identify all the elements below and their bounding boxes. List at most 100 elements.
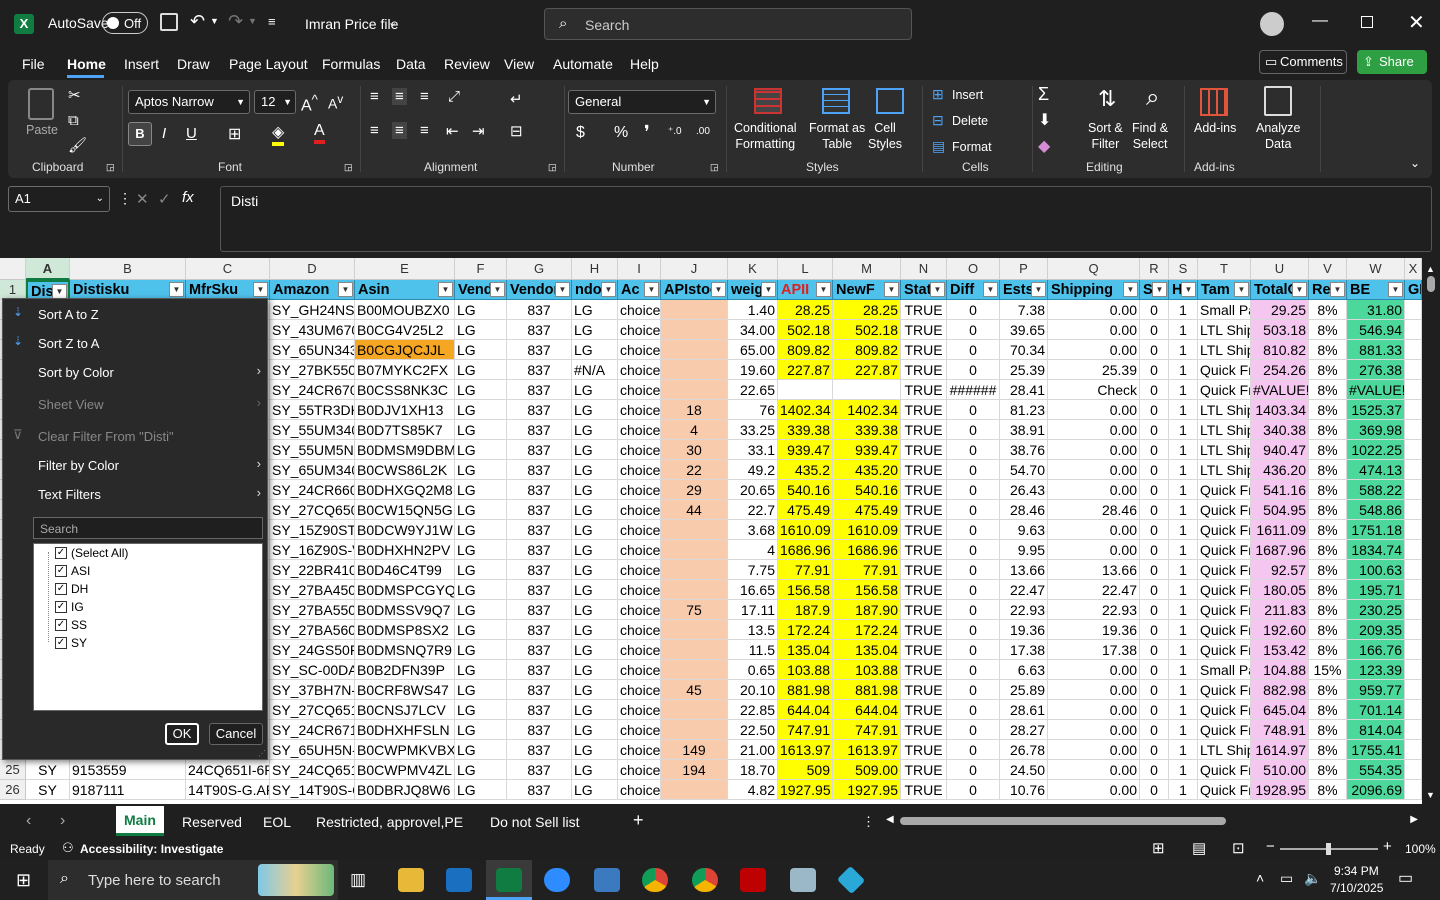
column-header-I[interactable]: I [618, 258, 661, 280]
cell-L26[interactable]: 1927.95 [778, 780, 833, 800]
cell-P8[interactable]: 38.91 [1000, 420, 1048, 440]
cell-N13[interactable]: TRUE [901, 520, 947, 540]
borders-icon[interactable]: ⊞ [228, 124, 241, 144]
cell-J22[interactable] [661, 700, 728, 720]
cell-I24[interactable]: choice [618, 740, 661, 760]
notes-app-icon[interactable] [790, 868, 816, 892]
cell-T13[interactable]: Quick Fr [1198, 520, 1251, 540]
cell-P15[interactable]: 13.66 [1000, 560, 1048, 580]
cell-O10[interactable]: 0 [947, 460, 1000, 480]
cell-H3[interactable]: LG [572, 320, 618, 340]
cell-F11[interactable]: LG [455, 480, 507, 500]
cell-Q19[interactable]: 17.38 [1048, 640, 1140, 660]
header-cell-G[interactable]: Vendor ▼ [507, 280, 572, 300]
cell-D6[interactable]: SY_24CR670I [270, 380, 355, 400]
filter-dropdown-icon[interactable]: ▼ [1152, 282, 1167, 297]
menu-insert[interactable]: Insert [124, 56, 159, 72]
cell-T26[interactable]: Quick Fr [1198, 780, 1251, 800]
cell-J2[interactable] [661, 300, 728, 320]
cell-T22[interactable]: Quick Fr [1198, 700, 1251, 720]
cell-E3[interactable]: B0CG4V25L2 [355, 320, 455, 340]
cell-J16[interactable] [661, 580, 728, 600]
horizontal-scrollbar[interactable]: ◀ ▶ [884, 812, 1422, 830]
cell-W9[interactable]: 1022.25 [1347, 440, 1405, 460]
cell-N3[interactable]: TRUE [901, 320, 947, 340]
header-cell-A[interactable]: Dis ▼ [26, 280, 70, 300]
cell-E11[interactable]: B0DHXGQ2M8 [355, 480, 455, 500]
filter-dropdown-icon[interactable]: ▼ [884, 282, 899, 297]
delete-cells-icon[interactable]: ⊟ [932, 112, 944, 129]
cell-D13[interactable]: SY_15Z90ST-V [270, 520, 355, 540]
cell-E5[interactable]: B07MYKC2FX [355, 360, 455, 380]
cell-V11[interactable]: 8% [1309, 480, 1347, 500]
cell-E2[interactable]: B00MOUBZX0 [355, 300, 455, 320]
cell-W10[interactable]: 474.13 [1347, 460, 1405, 480]
header-cell-E[interactable]: Asin ▼ [355, 280, 455, 300]
cell-E13[interactable]: B0DCW9YJ1W [355, 520, 455, 540]
header-cell-O[interactable]: Diff ▼ [947, 280, 1000, 300]
cell-L13[interactable]: 1610.09 [778, 520, 833, 540]
cell-Q25[interactable]: 0.00 [1048, 760, 1140, 780]
copy-icon[interactable]: ⧉ [68, 112, 79, 129]
header-cell-H[interactable]: ndor ▼ [572, 280, 618, 300]
cell-G5[interactable]: 837 [507, 360, 572, 380]
cell-U7[interactable]: 1403.34 [1251, 400, 1309, 420]
cell-I8[interactable]: choice [618, 420, 661, 440]
cell-styles-icon[interactable] [876, 88, 904, 114]
comma-icon[interactable]: ❜ [644, 122, 650, 143]
cell-D26[interactable]: SY_14T90S-G. [270, 780, 355, 800]
cell-F21[interactable]: LG [455, 680, 507, 700]
cell-Q2[interactable]: 0.00 [1048, 300, 1140, 320]
filter-dropdown-icon[interactable]: ▼ [761, 282, 776, 297]
cell-O25[interactable]: 0 [947, 760, 1000, 780]
cell-N6[interactable]: TRUE [901, 380, 947, 400]
cell-M18[interactable]: 172.24 [833, 620, 901, 640]
cell-X9[interactable] [1405, 440, 1422, 460]
undo-dropdown-icon[interactable]: ▼ [210, 16, 219, 26]
cell-M6[interactable] [833, 380, 901, 400]
cell-X13[interactable] [1405, 520, 1422, 540]
header-cell-B[interactable]: Distisku ▼ [70, 280, 186, 300]
cell-E15[interactable]: B0D46C4T99 [355, 560, 455, 580]
cell-P18[interactable]: 19.36 [1000, 620, 1048, 640]
cell-N4[interactable]: TRUE [901, 340, 947, 360]
cell-U11[interactable]: 541.16 [1251, 480, 1309, 500]
cell-G16[interactable]: 837 [507, 580, 572, 600]
cell-Q22[interactable]: 0.00 [1048, 700, 1140, 720]
cell-Q4[interactable]: 0.00 [1048, 340, 1140, 360]
cell-K21[interactable]: 20.10 [728, 680, 778, 700]
cell-K9[interactable]: 33.1 [728, 440, 778, 460]
column-header-J[interactable]: J [661, 258, 728, 280]
cell-O17[interactable]: 0 [947, 600, 1000, 620]
cell-H13[interactable]: LG [572, 520, 618, 540]
cell-I17[interactable]: choice [618, 600, 661, 620]
cell-E21[interactable]: B0CRF8WS47 [355, 680, 455, 700]
cell-P11[interactable]: 26.43 [1000, 480, 1048, 500]
cell-M5[interactable]: 227.87 [833, 360, 901, 380]
cell-X20[interactable] [1405, 660, 1422, 680]
cell-M11[interactable]: 540.16 [833, 480, 901, 500]
cell-D25[interactable]: SY_24CQ651I- [270, 760, 355, 780]
cell-W4[interactable]: 881.33 [1347, 340, 1405, 360]
cell-D11[interactable]: SY_24CR660N [270, 480, 355, 500]
header-cell-L[interactable]: APII ▼ [778, 280, 833, 300]
cell-S25[interactable]: 1 [1169, 760, 1198, 780]
cell-H26[interactable]: LG [572, 780, 618, 800]
task-view-icon[interactable]: ▥ [350, 870, 366, 890]
cell-N17[interactable]: TRUE [901, 600, 947, 620]
cell-S7[interactable]: 1 [1169, 400, 1198, 420]
cell-F14[interactable]: LG [455, 540, 507, 560]
cell-I21[interactable]: choice [618, 680, 661, 700]
cell-N7[interactable]: TRUE [901, 400, 947, 420]
cell-X8[interactable] [1405, 420, 1422, 440]
cell-L4[interactable]: 809.82 [778, 340, 833, 360]
redo-icon[interactable]: ↷ [228, 11, 243, 32]
cell-U26[interactable]: 1928.95 [1251, 780, 1309, 800]
cell-D5[interactable]: SY_27BK550Y [270, 360, 355, 380]
cell-E26[interactable]: B0DBRJQ8W6 [355, 780, 455, 800]
cell-K23[interactable]: 22.50 [728, 720, 778, 740]
insert-cells-icon[interactable]: ⊞ [932, 86, 944, 103]
cell-L22[interactable]: 644.04 [778, 700, 833, 720]
cell-U16[interactable]: 180.05 [1251, 580, 1309, 600]
font-color-icon[interactable]: A [314, 122, 325, 144]
